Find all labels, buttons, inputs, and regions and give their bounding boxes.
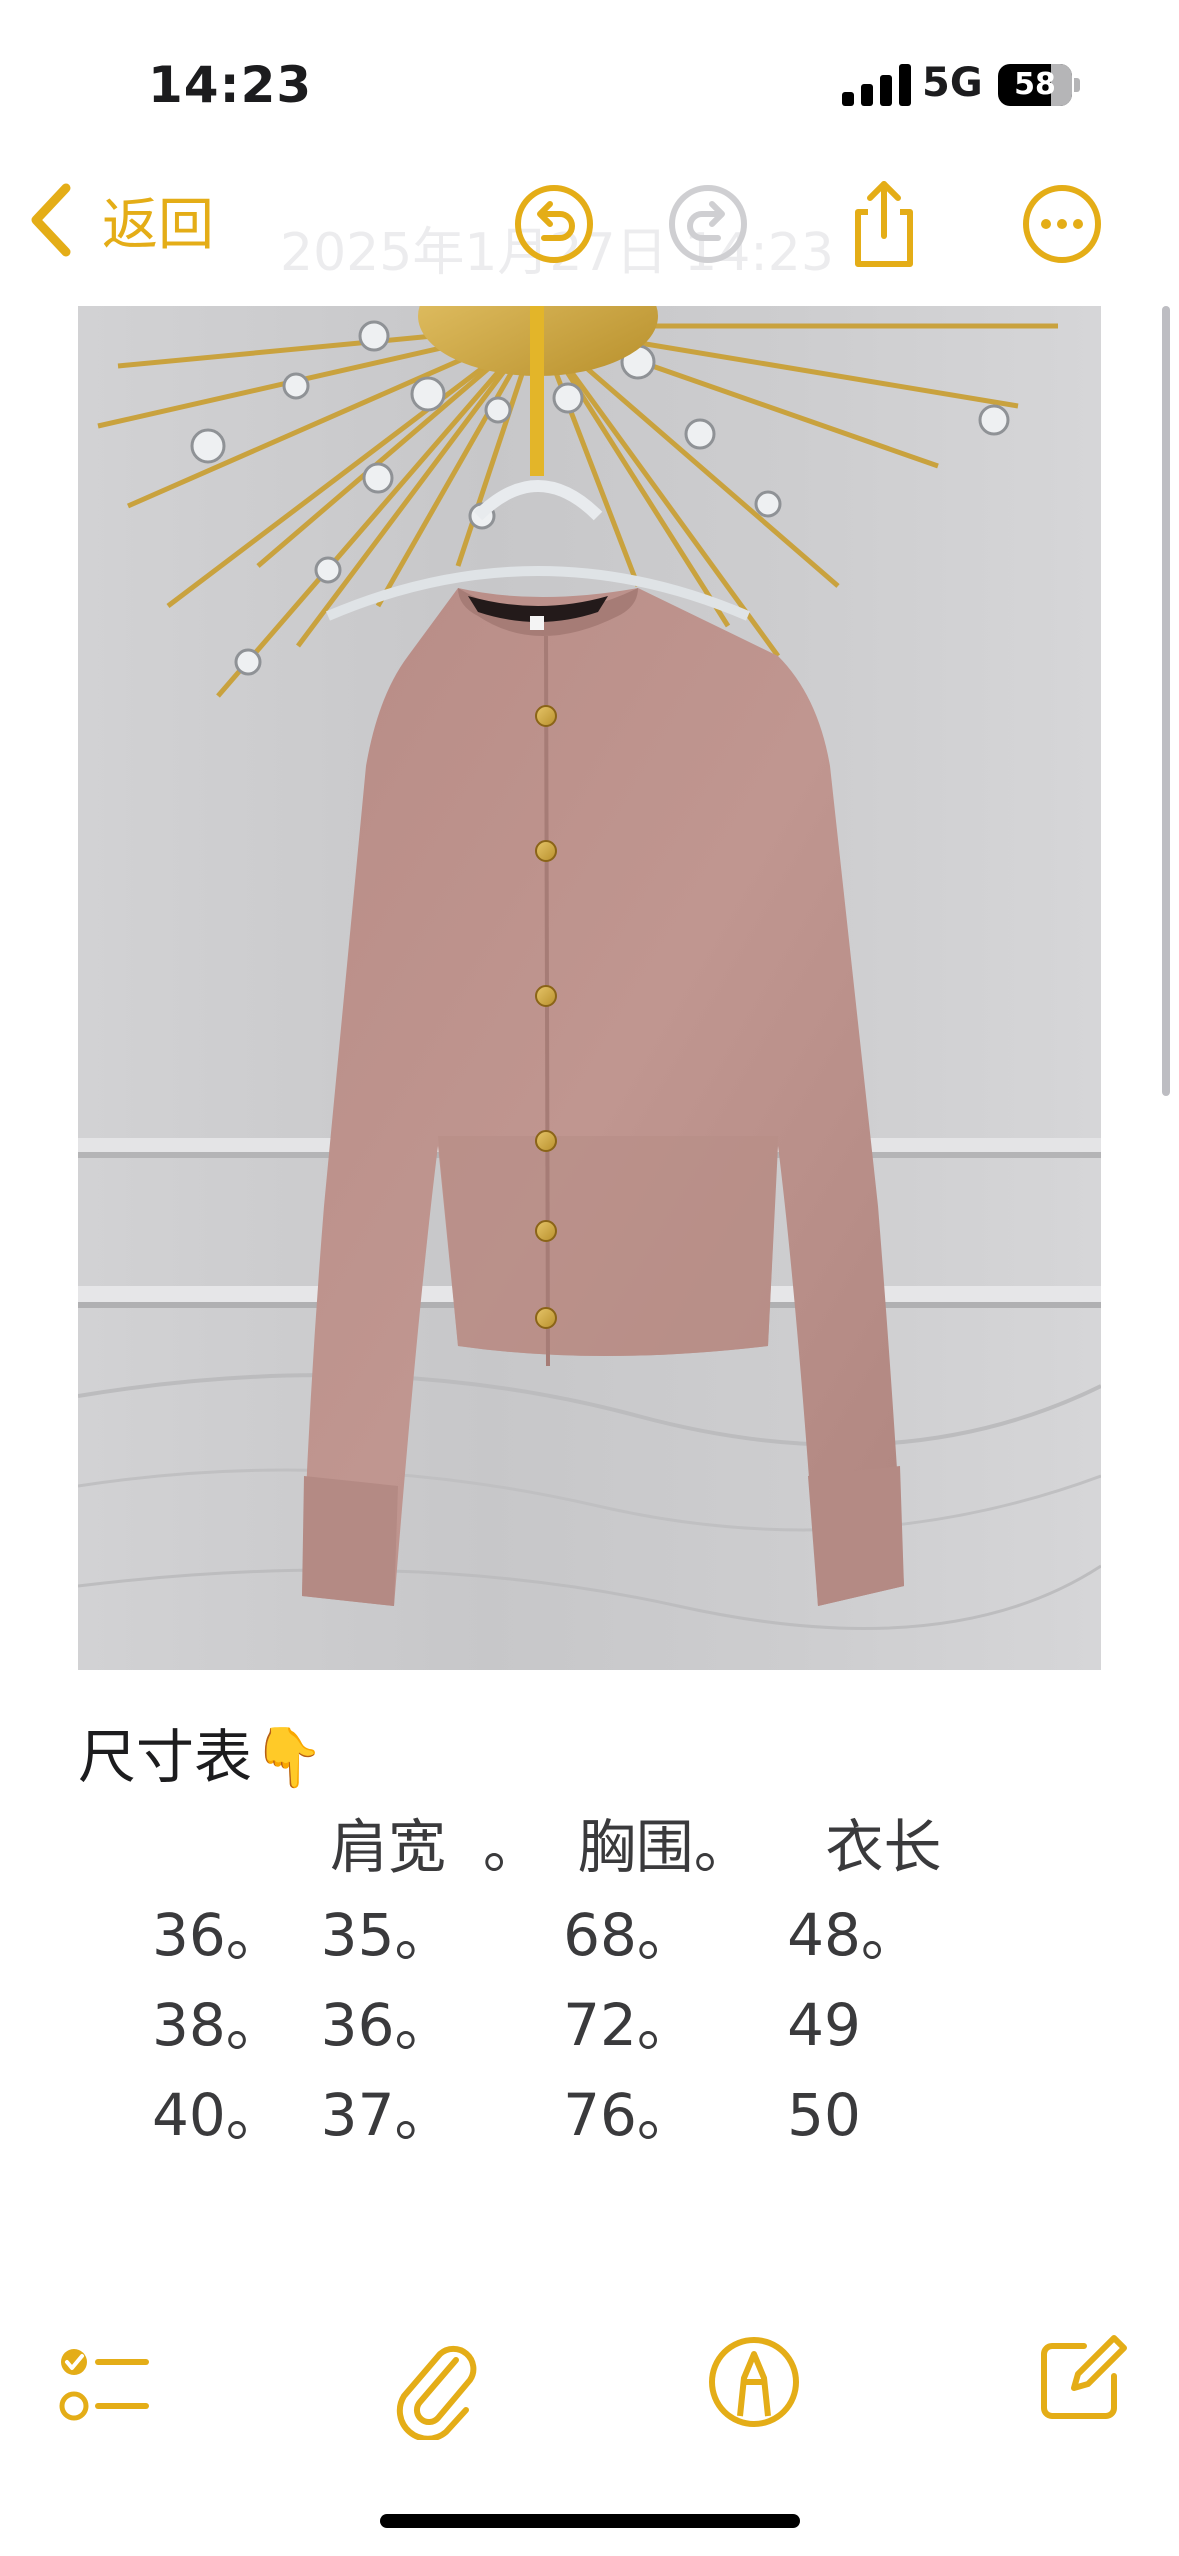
battery-icon: 58 [998,64,1072,106]
markup-pen-icon[interactable] [704,2332,804,2432]
battery-level: 58 [1014,67,1056,102]
cellular-signal-icon [842,64,912,106]
back-button[interactable]: 返回 [26,180,214,260]
cardigan-photo-illustration [78,306,1101,1630]
checklist-icon[interactable] [56,2336,152,2432]
redo-icon[interactable] [666,182,750,266]
size-table-row: 36。 35。 68。 48。 [152,1901,919,1969]
more-icon[interactable] [1020,182,1104,266]
compose-icon[interactable] [1030,2326,1134,2430]
undo-icon[interactable] [512,182,596,266]
chevron-left-icon [31,183,71,257]
home-indicator[interactable] [380,2514,800,2528]
attachment-icon[interactable] [386,2330,482,2440]
note-image-cardigan[interactable] [78,306,1101,1670]
scroll-indicator[interactable] [1162,306,1170,1096]
share-icon[interactable] [842,176,926,270]
note-heading: 尺寸表👇 [78,1723,325,1791]
back-label: 返回 [102,192,214,258]
size-table-row: 40。 37。 76。 50 [152,2081,861,2149]
network-type: 5G [922,60,983,106]
size-table-row: 38。 36。 72。 49 [152,1991,861,2059]
battery-tip [1074,78,1080,92]
status-time: 14:23 [148,56,313,114]
size-table-header: 肩宽 。 胸围。 衣长 [330,1813,942,1881]
